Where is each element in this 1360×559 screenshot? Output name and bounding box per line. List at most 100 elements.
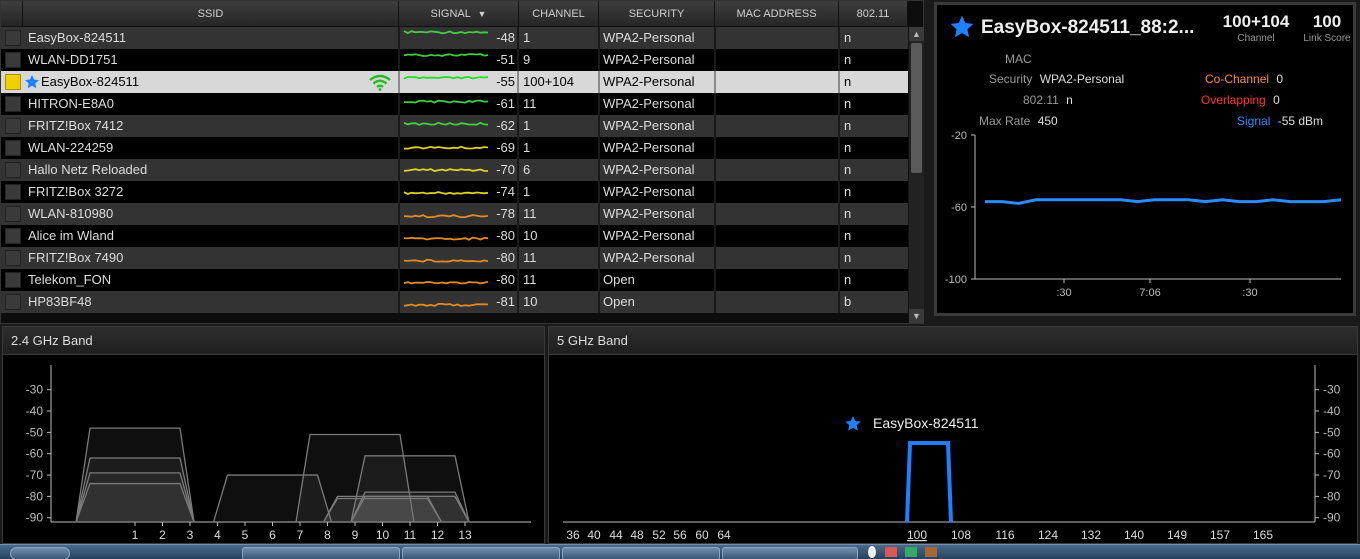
protocol-cell: n [844, 272, 852, 287]
row-marker[interactable] [5, 96, 21, 112]
row-marker[interactable] [5, 30, 21, 46]
y-tick-label: -60 [951, 202, 967, 214]
row-marker[interactable] [5, 294, 21, 310]
column-header-mac-address[interactable]: MAC ADDRESS [715, 1, 839, 27]
signal-label: Signal [1237, 114, 1271, 128]
network-row[interactable]: EasyBox-824511 -48 1 WPA2-Personal n [1, 27, 908, 49]
row-marker[interactable] [5, 74, 21, 90]
details-channel-value: 100+104 [1222, 12, 1290, 31]
favorite-star-icon[interactable] [949, 14, 975, 40]
tray-clock-icon[interactable] [868, 546, 876, 558]
scroll-up-arrow-icon[interactable]: ▲ [909, 27, 924, 41]
scrollbar-thumb[interactable] [911, 43, 922, 173]
signal-value: -55 dBm [1277, 114, 1324, 128]
start-button[interactable] [10, 547, 70, 559]
security-cell: WPA2-Personal [603, 74, 695, 89]
protocol-cell: b [844, 294, 852, 309]
channel-cell: 11 [523, 250, 537, 265]
y-tick-label: -40 [26, 404, 44, 418]
security-value: WPA2-Personal [1039, 72, 1125, 86]
network-row[interactable]: EasyBox-824511 -55 100+104 WPA2-Personal n [1, 71, 908, 93]
highlighted-network-label: EasyBox-824511 [873, 415, 979, 431]
taskbar-app-button[interactable] [402, 547, 560, 559]
row-marker[interactable] [5, 52, 21, 68]
network-row[interactable]: WLAN-224259 -69 1 WPA2-Personal n [1, 137, 908, 159]
network-channel-trapezoid[interactable] [75, 482, 195, 523]
mac-address-cell [719, 269, 837, 291]
network-row[interactable]: WLAN-DD1751 -51 9 WPA2-Personal n [1, 49, 908, 71]
taskbar-app-button[interactable] [722, 547, 858, 559]
column-header-signal[interactable]: SIGNAL ▼ [399, 1, 519, 27]
column-header-80211[interactable]: 802.11 [839, 1, 908, 27]
y-tick-label: -30 [1323, 383, 1341, 397]
network-row[interactable]: Alice im Wland -80 10 WPA2-Personal n [1, 225, 908, 247]
tray-icon[interactable] [885, 547, 897, 557]
mac-address-cell [719, 137, 837, 159]
protocol-cell: n [844, 206, 852, 221]
security-cell: WPA2-Personal [603, 30, 695, 45]
windows-taskbar [0, 544, 1360, 559]
channel-cell: 10 [523, 228, 538, 243]
network-row[interactable]: HP83BF48 -81 10 Open b [1, 291, 908, 313]
network-row[interactable]: FRITZ!Box 3272 -74 1 WPA2-Personal n [1, 181, 908, 203]
highlighted-network-trapezoid[interactable] [905, 441, 953, 523]
mac-address-cell [719, 181, 837, 203]
security-cell: WPA2-Personal [603, 184, 695, 199]
row-marker[interactable] [5, 140, 21, 156]
network-channel-trapezoid[interactable] [350, 495, 470, 523]
mac-address-cell [719, 203, 837, 225]
taskbar-app-button[interactable] [562, 547, 720, 559]
mac-address-cell [719, 115, 837, 137]
column-header-signal-label: SIGNAL [430, 8, 471, 20]
signal-cell: -69 [496, 140, 515, 155]
channel-tick-label: 100 [907, 528, 927, 542]
network-row[interactable]: Telekom_FON -80 11 Open n [1, 269, 908, 291]
signal-cell: -55 [496, 74, 515, 89]
max-rate-row: Max Rate 450 [979, 114, 1058, 128]
row-marker[interactable] [5, 206, 21, 222]
y-tick-label: -60 [26, 447, 44, 461]
details-channel-caption: Channel [1237, 33, 1275, 44]
co-channel-row: Co-Channel 0 [1205, 72, 1283, 86]
channel-cell: 1 [523, 184, 531, 199]
scroll-down-arrow-icon[interactable]: ▼ [909, 309, 924, 323]
channel-tick-label: 44 [609, 528, 623, 542]
security-cell: WPA2-Personal [603, 52, 695, 67]
row-marker[interactable] [5, 228, 21, 244]
network-list-scrollbar[interactable]: ▲ ▼ [908, 27, 924, 323]
link-score-caption: Link Score [1303, 33, 1351, 44]
band-5ghz-panel: 5 GHz Band -30 -40 -50 -60 -70 -80 -90 36 40 44 48… [548, 326, 1358, 544]
row-marker[interactable] [5, 184, 21, 200]
row-marker[interactable] [5, 272, 21, 288]
tray-icon[interactable] [925, 547, 937, 557]
column-header-channel[interactable]: CHANNEL [519, 1, 599, 27]
ssid-cell: WLAN-810980 [28, 206, 114, 221]
channel-tick-label: 165 [1253, 528, 1273, 542]
row-marker[interactable] [5, 162, 21, 178]
channel-tick-label: 2 [159, 528, 166, 542]
header-marker-column [1, 1, 23, 27]
column-header-ssid[interactable]: SSID [23, 1, 399, 27]
protocol-cell: n [844, 250, 852, 265]
network-row[interactable]: FRITZ!Box 7490 -80 11 WPA2-Personal n [1, 247, 908, 269]
channel-tick-label: 5 [242, 528, 249, 542]
network-row[interactable]: WLAN-810980 -78 11 WPA2-Personal n [1, 203, 908, 225]
band-24ghz-title: 2.4 GHz Band [3, 327, 544, 355]
signal-cell: -48 [496, 30, 515, 45]
channel-tick-label: 124 [1038, 528, 1058, 542]
row-marker[interactable] [5, 118, 21, 134]
channel-tick-label: 7 [297, 528, 304, 542]
favorite-star-icon[interactable] [24, 74, 40, 90]
y-tick-label: -90 [1323, 511, 1341, 525]
row-marker[interactable] [5, 250, 21, 266]
network-row[interactable]: FRITZ!Box 7412 -62 1 WPA2-Personal n [1, 115, 908, 137]
mac-address-cell [719, 93, 837, 115]
x-tick-label: 7:06 [1139, 287, 1160, 299]
mac-address-cell [719, 247, 837, 269]
channel-tick-label: 116 [995, 528, 1014, 542]
tray-icon[interactable] [905, 547, 917, 557]
network-row[interactable]: Hallo Netz Reloaded -70 6 WPA2-Personal n [1, 159, 908, 181]
network-row[interactable]: HITRON-E8A0 -61 11 WPA2-Personal n [1, 93, 908, 115]
taskbar-app-button[interactable] [242, 547, 400, 559]
column-header-security[interactable]: SECURITY [599, 1, 715, 27]
